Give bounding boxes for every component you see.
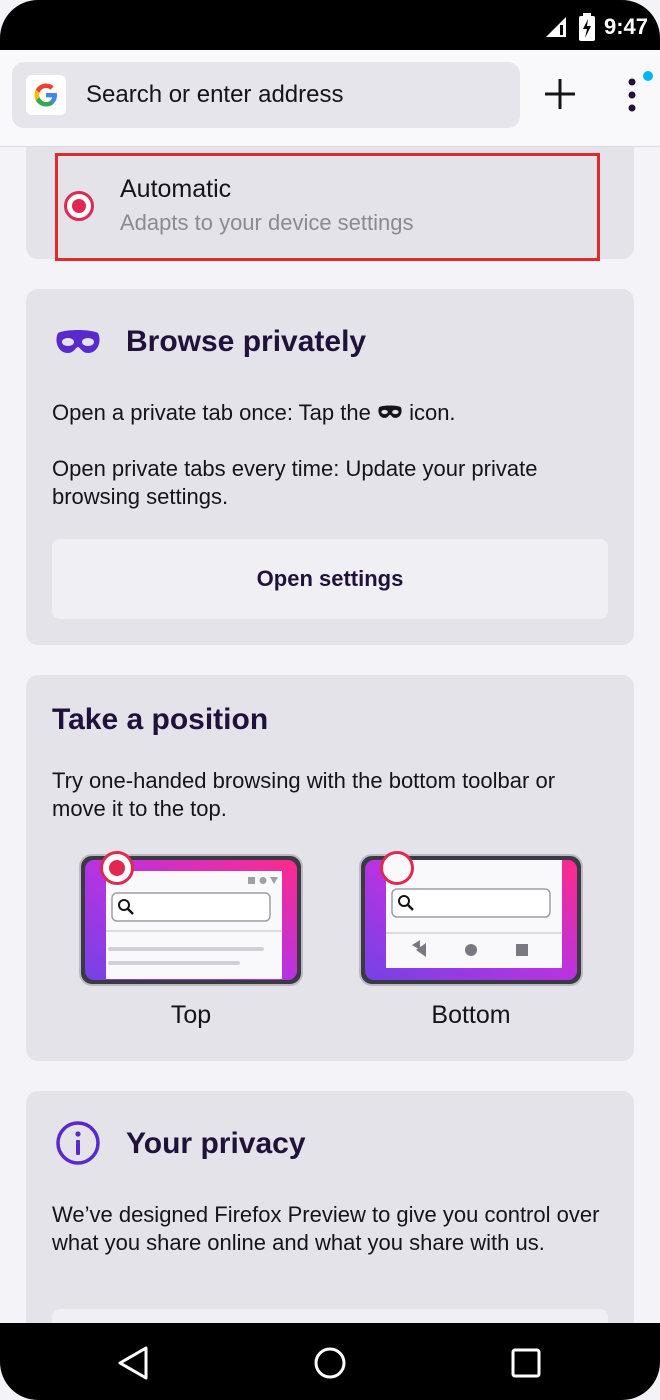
toolbar-top-option[interactable]: Top xyxy=(76,851,306,1041)
signal-icon xyxy=(545,17,566,37)
private-mask-inline-icon xyxy=(378,405,402,418)
address-bar[interactable]: Search or enter address xyxy=(12,62,520,128)
privacy-description: We’ve designed Firefox Preview to give y… xyxy=(52,1202,600,1255)
card-title: Browse privately xyxy=(126,325,367,358)
toolbar-position-card: Take a position Try one-handed browsing … xyxy=(26,675,634,1061)
toolbar-bottom-option[interactable]: Bottom xyxy=(356,851,586,1041)
radio-selected-icon[interactable] xyxy=(64,191,94,221)
back-icon[interactable] xyxy=(116,1345,150,1381)
highlight-box xyxy=(55,153,600,261)
battery-charging-icon xyxy=(578,13,595,41)
radio-unselected-icon[interactable] xyxy=(380,851,414,885)
new-tab-button[interactable] xyxy=(540,74,580,114)
clock: 9:47 xyxy=(603,14,648,39)
system-navigation-bar xyxy=(0,1323,660,1400)
position-description: Try one-handed browsing with the bottom … xyxy=(52,768,556,821)
info-icon xyxy=(56,1121,100,1165)
radio-selected-icon[interactable] xyxy=(100,851,134,885)
notification-dot xyxy=(643,71,653,81)
open-settings-button[interactable]: Open settings xyxy=(52,539,608,619)
plus-icon[interactable] xyxy=(540,74,580,114)
phone-screen: 9:47 Search or enter address Automatic A… xyxy=(0,0,660,1400)
home-icon[interactable] xyxy=(313,1346,347,1380)
privacy-button[interactable] xyxy=(52,1309,608,1323)
address-placeholder[interactable]: Search or enter address xyxy=(86,81,343,109)
status-bar: 9:47 xyxy=(0,0,660,50)
your-privacy-card: Your privacy We’ve designed Firefox Prev… xyxy=(26,1091,634,1323)
google-icon[interactable] xyxy=(26,75,66,115)
private-settings-instruction: Open private tabs every time: Update you… xyxy=(52,456,538,509)
private-tab-instruction: Open a private tab once: Tap the icon. xyxy=(52,400,456,425)
browse-privately-card: Browse privately Open a private tab once… xyxy=(26,289,634,645)
private-mask-icon xyxy=(56,330,100,353)
status-icons: 9:47 xyxy=(544,12,648,42)
recents-icon[interactable] xyxy=(511,1348,541,1378)
option-label-top: Top xyxy=(170,1001,212,1029)
onboarding-content: Automatic Adapts to your device settings… xyxy=(0,147,660,1323)
option-title: Automatic xyxy=(120,175,232,203)
option-subtitle: Adapts to your device settings xyxy=(120,210,414,235)
card-title: Your privacy xyxy=(126,1127,306,1160)
option-label-bottom: Bottom xyxy=(431,1001,511,1029)
theme-option-automatic[interactable]: Automatic Adapts to your device settings xyxy=(0,147,660,267)
card-title: Take a position xyxy=(52,703,269,736)
browser-toolbar: Search or enter address xyxy=(0,50,660,147)
